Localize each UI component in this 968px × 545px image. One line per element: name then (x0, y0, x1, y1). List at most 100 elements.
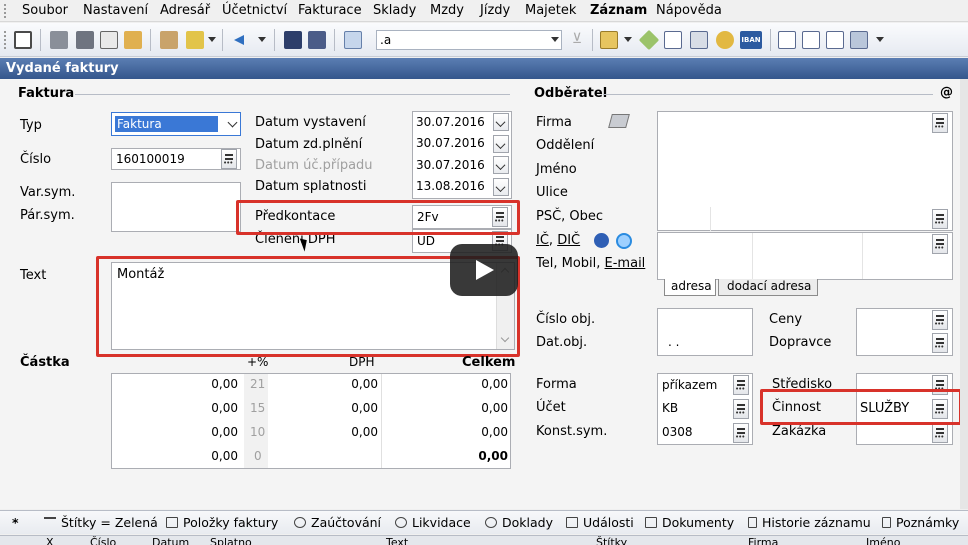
menu-napoveda[interactable]: Nápověda (656, 3, 722, 18)
chevron-down-icon[interactable] (551, 37, 559, 42)
menu-adresar[interactable]: Adresář (160, 3, 210, 18)
date-picker-icon[interactable] (493, 135, 509, 153)
tab-dokumenty[interactable]: Dokumenty (645, 515, 734, 530)
save-icon[interactable] (284, 31, 302, 49)
grid-col-text[interactable]: Text (386, 536, 408, 545)
menu-zaznam[interactable]: Záznam (590, 3, 647, 18)
preview-icon[interactable] (100, 31, 118, 49)
address-book-icon[interactable] (608, 114, 630, 128)
base-10[interactable]: 0,00 (150, 425, 238, 439)
grid-col-cislo[interactable]: Číslo (90, 536, 116, 545)
window-icon[interactable] (802, 31, 820, 49)
ucet-value[interactable]: KB (662, 401, 678, 415)
base-21[interactable]: 0,00 (150, 377, 238, 391)
ic-dic-box[interactable] (657, 232, 953, 280)
grid-col-firma[interactable]: Firma (748, 536, 778, 545)
datum-splatnosti-value[interactable]: 13.08.2016 (416, 179, 485, 193)
folder-icon[interactable] (600, 31, 618, 49)
menu-fakturace[interactable]: Fakturace (298, 3, 362, 18)
help-icon[interactable] (850, 31, 868, 49)
dph-15[interactable]: 0,00 (290, 401, 378, 415)
dph-10[interactable]: 0,00 (290, 425, 378, 439)
search-combo[interactable]: .a (376, 30, 562, 50)
internet-explorer-icon[interactable] (616, 233, 632, 249)
obec-stepper-icon[interactable] (932, 209, 948, 229)
ceny-stepper-icon[interactable] (932, 310, 948, 330)
grid-col-datum[interactable]: Datum (152, 536, 189, 545)
konst-value[interactable]: 0308 (662, 425, 693, 439)
dat-obj-value[interactable]: . . (668, 335, 679, 349)
base-0[interactable]: 0,00 (150, 449, 238, 463)
tab-polozky[interactable]: Položky faktury (166, 515, 278, 530)
chevron-down-icon[interactable] (876, 37, 884, 42)
iban-icon[interactable]: IBAN (740, 31, 762, 49)
date-picker-icon[interactable] (493, 156, 509, 174)
tab-doklady[interactable]: Doklady (485, 515, 553, 530)
celkem-15[interactable]: 0,00 (420, 401, 508, 415)
tag-icon[interactable] (638, 29, 660, 51)
konst-stepper-icon[interactable] (733, 423, 749, 443)
tab-stitky[interactable]: Štítky = Zelená (44, 515, 158, 530)
filter-icon[interactable]: ⊻ (568, 31, 586, 49)
coins-icon[interactable] (716, 31, 734, 49)
save-all-icon[interactable] (308, 31, 326, 49)
tab-poznamky[interactable]: Poznámky (882, 515, 959, 530)
calculator-icon[interactable] (690, 31, 708, 49)
menu-mzdy[interactable]: Mzdy (430, 3, 464, 18)
address-box[interactable] (657, 111, 953, 231)
cislo-stepper-icon[interactable] (221, 149, 237, 169)
dph-21[interactable]: 0,00 (290, 377, 378, 391)
tab-historie[interactable]: Historie záznamu (748, 515, 871, 530)
tab-dodaci-adresa[interactable]: dodací adresa (718, 279, 818, 296)
dic-link[interactable]: DIČ (557, 233, 580, 248)
varsym-field[interactable] (111, 182, 241, 232)
print-icon[interactable] (76, 31, 94, 49)
date-picker-icon[interactable] (493, 178, 509, 196)
globe-icon[interactable] (594, 233, 609, 248)
zakazka-stepper-icon[interactable] (932, 423, 948, 443)
celkem-21[interactable]: 0,00 (420, 377, 508, 391)
grid-col-x[interactable]: X (46, 536, 54, 545)
forma-stepper-icon[interactable] (733, 375, 749, 395)
wand-icon[interactable] (186, 31, 204, 49)
paste-icon[interactable] (344, 31, 362, 49)
menu-soubor[interactable]: Soubor (22, 3, 68, 18)
ic-link[interactable]: IČ (536, 233, 549, 248)
tab-zauctovani[interactable]: Zaúčtování (294, 515, 381, 530)
datum-zdplneni-value[interactable]: 30.07.2016 (416, 136, 485, 150)
base-15[interactable]: 0,00 (150, 401, 238, 415)
grid-col-stitky[interactable]: Štítky (596, 536, 627, 545)
panel-icon[interactable] (826, 31, 844, 49)
tab-likvidace[interactable]: Likvidace (395, 515, 471, 530)
menu-majetek[interactable]: Majetek (525, 3, 576, 18)
datum-ucpripadu-value[interactable]: 30.07.2016 (416, 158, 485, 172)
tab-udalosti[interactable]: Události (566, 515, 634, 530)
info-icon[interactable] (160, 31, 178, 49)
asterisk-icon[interactable]: * (12, 515, 19, 530)
forma-value[interactable]: příkazem (662, 378, 717, 392)
menu-ucetnictvi[interactable]: Účetnictví (222, 3, 287, 18)
ic-stepper-icon[interactable] (932, 234, 948, 254)
chevron-down-icon[interactable] (258, 37, 266, 42)
email-at-icon[interactable]: @ (940, 85, 953, 100)
dopravce-stepper-icon[interactable] (932, 333, 948, 353)
menu-sklady[interactable]: Sklady (373, 3, 416, 18)
table-icon[interactable] (664, 31, 682, 49)
chevron-down-icon[interactable] (227, 117, 238, 128)
arrow-left-icon[interactable] (232, 31, 250, 49)
menu-nastaveni[interactable]: Nastavení (83, 3, 148, 18)
datum-vystaveni-value[interactable]: 30.07.2016 (416, 115, 485, 129)
date-picker-icon[interactable] (493, 113, 509, 131)
menu-jizdy[interactable]: Jízdy (480, 3, 510, 18)
ucet-stepper-icon[interactable] (733, 399, 749, 419)
monitor-icon[interactable] (778, 31, 796, 49)
celkem-10[interactable]: 0,00 (420, 425, 508, 439)
typ-select[interactable]: Faktura (111, 112, 241, 136)
grid-col-splatno[interactable]: Splatno (210, 536, 252, 545)
chevron-down-icon[interactable] (208, 37, 216, 42)
tab-adresa[interactable]: adresa (664, 279, 716, 296)
chevron-down-icon[interactable] (624, 37, 632, 42)
video-play-button[interactable] (450, 244, 518, 296)
email-link[interactable]: E-mail (605, 256, 646, 271)
exit-icon[interactable] (14, 31, 32, 49)
